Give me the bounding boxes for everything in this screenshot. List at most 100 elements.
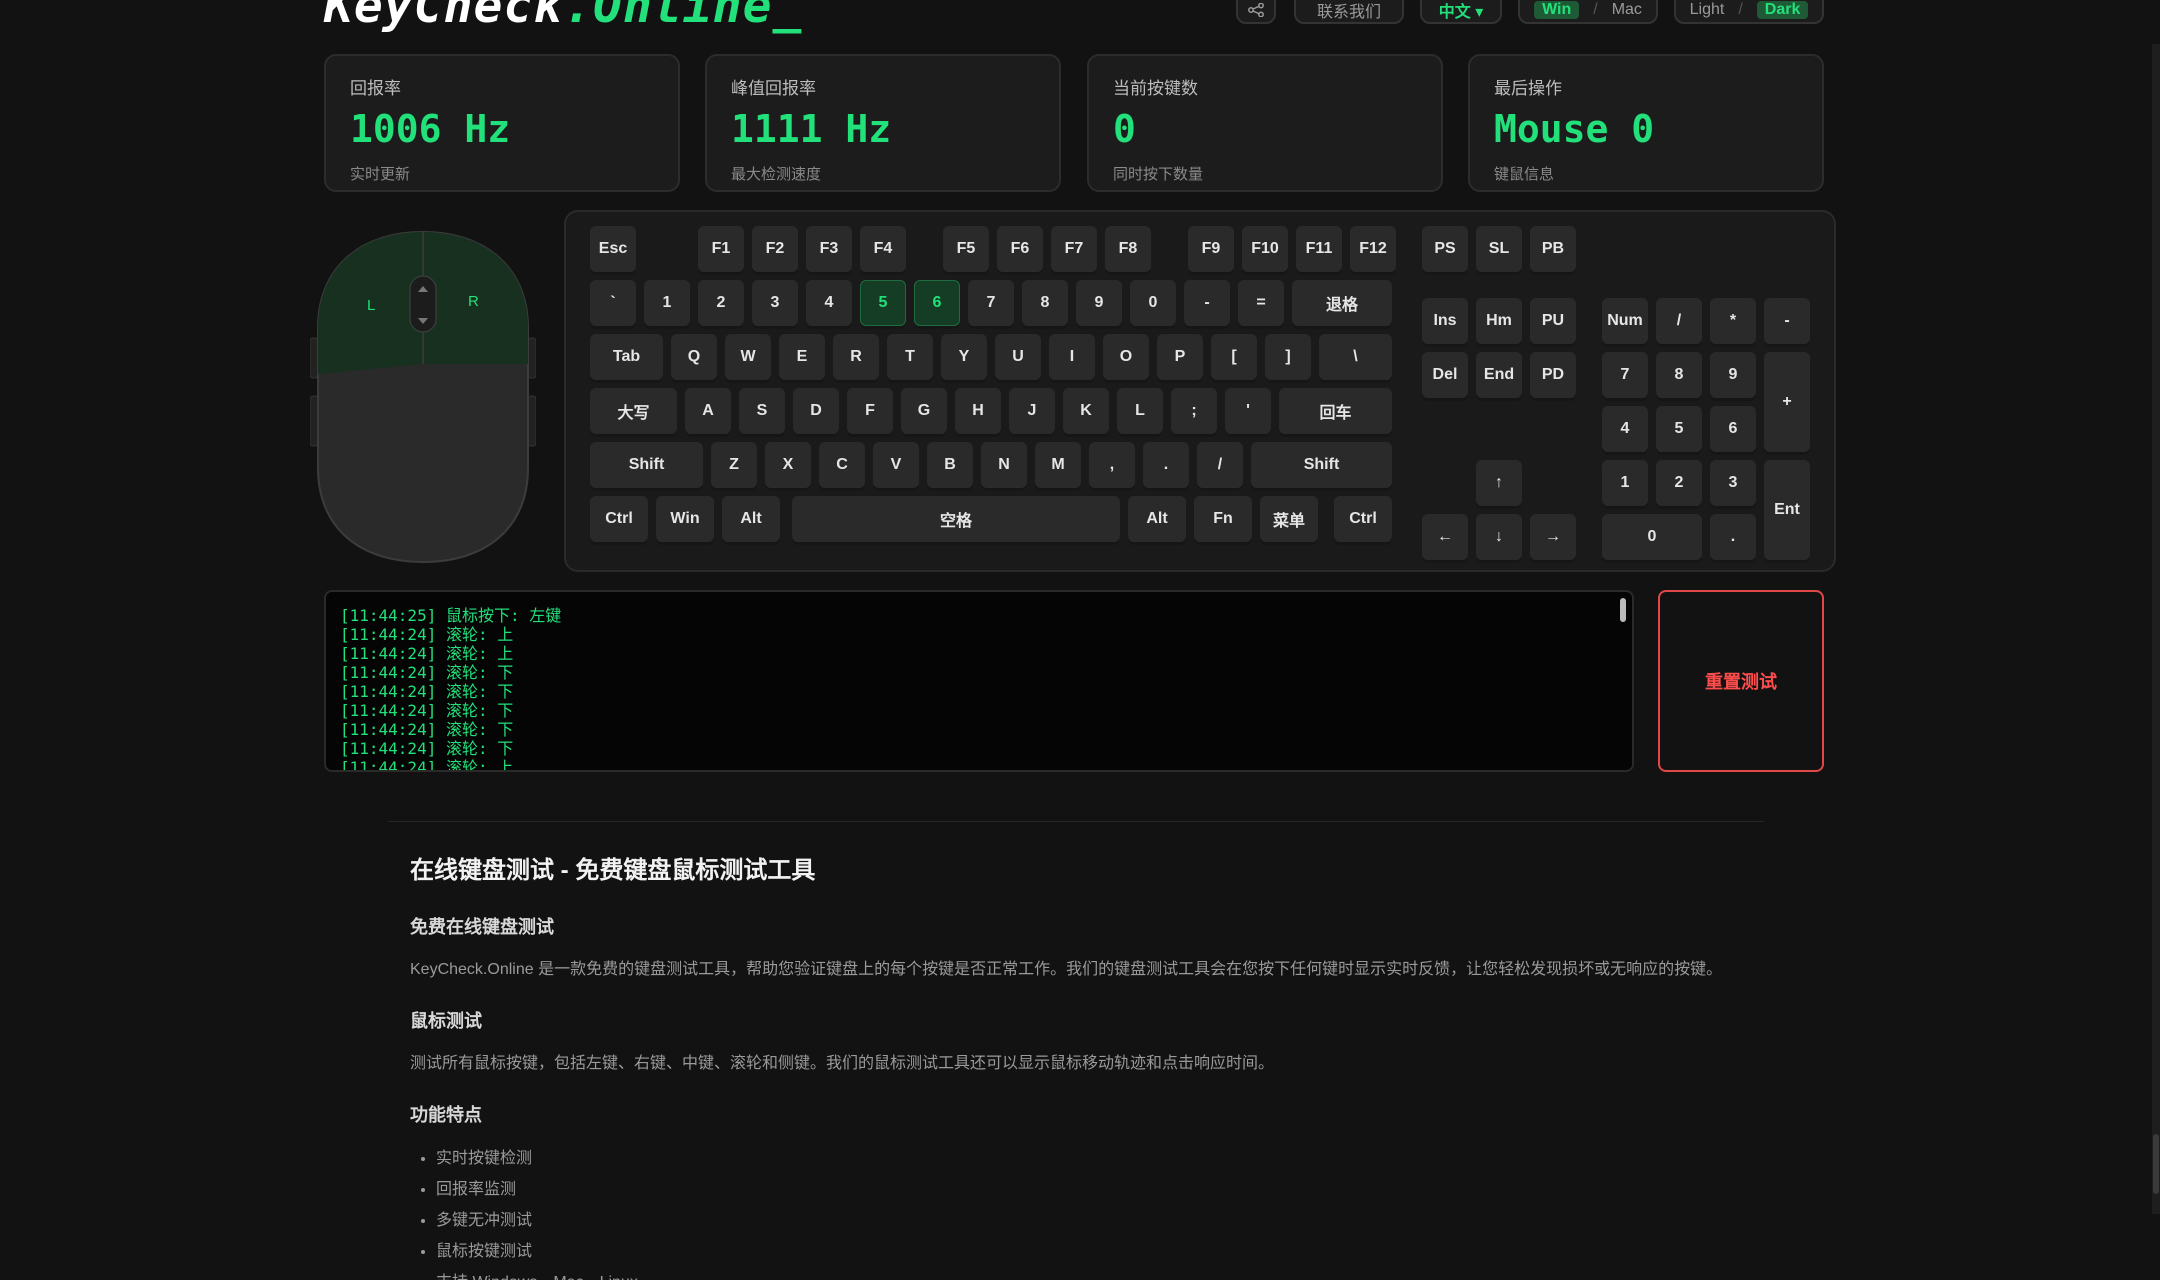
key-arrow-up[interactable]: ↑: [1476, 460, 1522, 506]
key-home[interactable]: Hm: [1476, 298, 1522, 344]
side-button-back[interactable]: [310, 337, 319, 379]
key-num-3[interactable]: 3: [1710, 460, 1756, 506]
key-semicolon[interactable]: ;: [1171, 388, 1217, 434]
key-h[interactable]: H: [955, 388, 1001, 434]
page-scrollbar[interactable]: [2152, 44, 2160, 1214]
contact-button[interactable]: 联系我们: [1294, 0, 1404, 24]
share-button[interactable]: [1236, 0, 1276, 24]
page-scrollbar-thumb[interactable]: [2153, 1134, 2159, 1194]
theme-option-light[interactable]: Light: [1690, 1, 1725, 19]
key-fn[interactable]: Fn: [1194, 496, 1252, 542]
key-lshift[interactable]: Shift: [590, 442, 703, 488]
key-numlock[interactable]: Num: [1602, 298, 1648, 344]
key-b[interactable]: B: [927, 442, 973, 488]
reset-test-button[interactable]: 重置测试: [1658, 590, 1824, 772]
key-3[interactable]: 3: [752, 280, 798, 326]
key-f11[interactable]: F11: [1296, 226, 1342, 272]
key-esc[interactable]: Esc: [590, 226, 636, 272]
key-rshift[interactable]: Shift: [1251, 442, 1392, 488]
key-rbracket[interactable]: ]: [1265, 334, 1311, 380]
key-num-decimal[interactable]: .: [1710, 514, 1756, 560]
language-select[interactable]: 中文 ▾: [1420, 0, 1502, 24]
key-rctrl[interactable]: Ctrl: [1334, 496, 1392, 542]
side-button-right-2[interactable]: [527, 395, 536, 447]
key-t[interactable]: T: [887, 334, 933, 380]
key-f[interactable]: F: [847, 388, 893, 434]
key-minus[interactable]: -: [1184, 280, 1230, 326]
key-m[interactable]: M: [1035, 442, 1081, 488]
key-s[interactable]: S: [739, 388, 785, 434]
key-ralt[interactable]: Alt: [1128, 496, 1186, 542]
key-num-1[interactable]: 1: [1602, 460, 1648, 506]
side-button-forward[interactable]: [310, 395, 319, 447]
key-p[interactable]: P: [1157, 334, 1203, 380]
key-8[interactable]: 8: [1022, 280, 1068, 326]
key-f12[interactable]: F12: [1350, 226, 1396, 272]
key-1[interactable]: 1: [644, 280, 690, 326]
key-q[interactable]: Q: [671, 334, 717, 380]
key-space[interactable]: 空格: [792, 496, 1120, 542]
key-2[interactable]: 2: [698, 280, 744, 326]
key-l[interactable]: L: [1117, 388, 1163, 434]
event-log[interactable]: [11:44:25] 鼠标按下: 左键 [11:44:24] 滚轮: 上 [11…: [324, 590, 1634, 772]
key-arrow-right[interactable]: →: [1530, 514, 1576, 560]
key-d[interactable]: D: [793, 388, 839, 434]
key-quote[interactable]: ': [1225, 388, 1271, 434]
key-win[interactable]: Win: [656, 496, 714, 542]
key-f10[interactable]: F10: [1242, 226, 1288, 272]
os-toggle[interactable]: Win / Mac: [1518, 0, 1658, 24]
key-4[interactable]: 4: [806, 280, 852, 326]
key-c[interactable]: C: [819, 442, 865, 488]
key-num-6[interactable]: 6: [1710, 406, 1756, 452]
key-pagedown[interactable]: PD: [1530, 352, 1576, 398]
key-arrow-left[interactable]: ←: [1422, 514, 1468, 560]
key-f4[interactable]: F4: [860, 226, 906, 272]
key-f8[interactable]: F8: [1105, 226, 1151, 272]
key-scrolllock[interactable]: SL: [1476, 226, 1522, 272]
key-num-4[interactable]: 4: [1602, 406, 1648, 452]
key-num-0[interactable]: 0: [1602, 514, 1702, 560]
key-num-5[interactable]: 5: [1656, 406, 1702, 452]
os-option-mac[interactable]: Mac: [1612, 1, 1642, 19]
os-option-win[interactable]: Win: [1534, 1, 1580, 19]
key-num-9[interactable]: 9: [1710, 352, 1756, 398]
key-capslock[interactable]: 大写: [590, 388, 677, 434]
key-end[interactable]: End: [1476, 352, 1522, 398]
key-num-multiply[interactable]: *: [1710, 298, 1756, 344]
key-menu[interactable]: 菜单: [1260, 496, 1318, 542]
key-f9[interactable]: F9: [1188, 226, 1234, 272]
key-num-2[interactable]: 2: [1656, 460, 1702, 506]
key-f7[interactable]: F7: [1051, 226, 1097, 272]
key-f1[interactable]: F1: [698, 226, 744, 272]
key-pausebreak[interactable]: PB: [1530, 226, 1576, 272]
key-num-plus[interactable]: +: [1764, 352, 1810, 452]
key-9[interactable]: 9: [1076, 280, 1122, 326]
key-arrow-down[interactable]: ↓: [1476, 514, 1522, 560]
key-r[interactable]: R: [833, 334, 879, 380]
key-f2[interactable]: F2: [752, 226, 798, 272]
key-7[interactable]: 7: [968, 280, 1014, 326]
key-lbracket[interactable]: [: [1211, 334, 1257, 380]
key-n[interactable]: N: [981, 442, 1027, 488]
key-tab[interactable]: Tab: [590, 334, 663, 380]
key-backspace[interactable]: 退格: [1292, 280, 1392, 326]
key-o[interactable]: O: [1103, 334, 1149, 380]
key-pageup[interactable]: PU: [1530, 298, 1576, 344]
key-slash[interactable]: /: [1197, 442, 1243, 488]
key-backslash[interactable]: \: [1319, 334, 1392, 380]
key-y[interactable]: Y: [941, 334, 987, 380]
key-x[interactable]: X: [765, 442, 811, 488]
key-w[interactable]: W: [725, 334, 771, 380]
key-comma[interactable]: ,: [1089, 442, 1135, 488]
key-i[interactable]: I: [1049, 334, 1095, 380]
log-scrollbar[interactable]: [1620, 598, 1626, 622]
key-num-7[interactable]: 7: [1602, 352, 1648, 398]
key-lalt[interactable]: Alt: [722, 496, 780, 542]
key-6[interactable]: 6: [914, 280, 960, 326]
key-a[interactable]: A: [685, 388, 731, 434]
key-f3[interactable]: F3: [806, 226, 852, 272]
key-insert[interactable]: Ins: [1422, 298, 1468, 344]
key-period[interactable]: .: [1143, 442, 1189, 488]
key-delete[interactable]: Del: [1422, 352, 1468, 398]
key-k[interactable]: K: [1063, 388, 1109, 434]
